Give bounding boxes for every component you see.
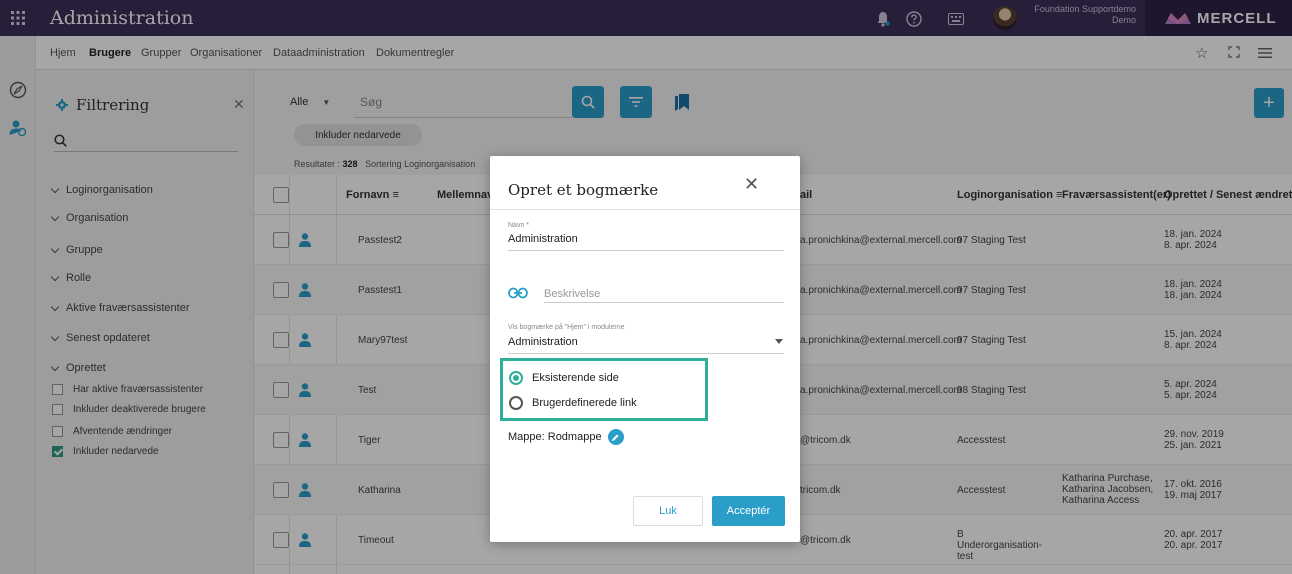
description-underline xyxy=(544,302,784,303)
show-on-home-select[interactable]: Administration xyxy=(508,336,578,348)
folder-row: Mappe: Rodmappe xyxy=(508,429,624,445)
close-button[interactable]: Luk xyxy=(633,496,703,526)
edit-folder-button[interactable] xyxy=(607,429,624,445)
radio-button[interactable] xyxy=(509,396,523,410)
radio-existing-page[interactable]: Eksisterende side xyxy=(509,371,619,385)
show-on-home-label: Vis bogmærke på "Hjem" i modulerne xyxy=(508,324,625,331)
radio-custom-link[interactable]: Brugerdefinerede link xyxy=(509,396,637,410)
create-bookmark-dialog: Opret et bogmærke ✕ Navn * Administratio… xyxy=(490,156,800,542)
close-icon[interactable]: ✕ xyxy=(744,174,759,195)
accept-button[interactable]: Acceptér xyxy=(712,496,785,526)
radio-button-checked[interactable] xyxy=(509,371,523,385)
folder-label: Mappe: Rodmappe xyxy=(508,431,602,443)
select-underline xyxy=(508,353,784,354)
highlight-box xyxy=(500,358,708,421)
radio-label: Brugerdefinerede link xyxy=(532,397,637,409)
pencil-icon xyxy=(612,434,619,441)
dialog-title: Opret et bogmærke xyxy=(508,181,659,199)
radio-label: Eksisterende side xyxy=(532,372,619,384)
name-field[interactable]: Administration xyxy=(508,233,578,245)
name-field-underline xyxy=(508,250,784,251)
description-field[interactable]: Beskrivelse xyxy=(544,288,600,300)
name-field-label: Navn * xyxy=(508,222,530,229)
divider xyxy=(490,209,800,210)
caret-down-icon[interactable] xyxy=(775,339,783,344)
link-icon xyxy=(508,287,528,299)
